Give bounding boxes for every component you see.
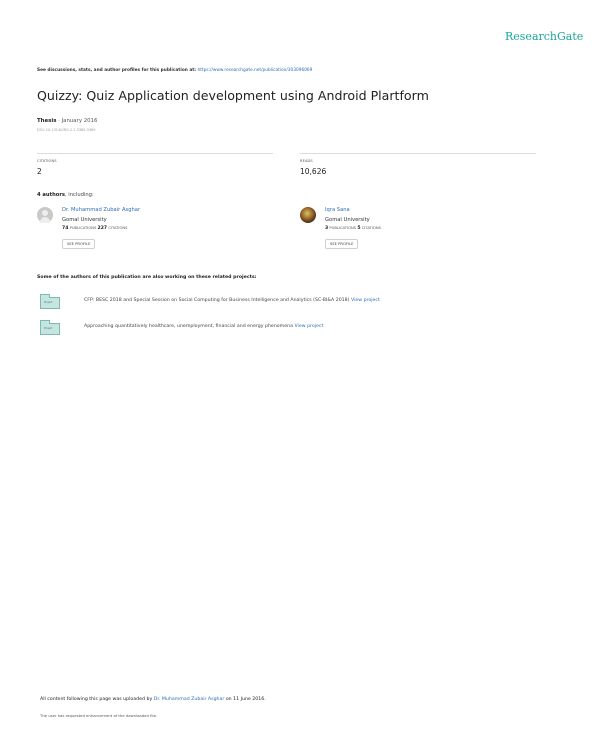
project-item-1: CFP: BESC 2018 and Special Session on So… (84, 298, 380, 303)
upload-suffix: on 11 June 2016. (225, 697, 266, 702)
related-projects-header: Some of the authors of this publication … (37, 275, 257, 280)
upload-notice: All content following this page was uplo… (40, 697, 266, 702)
citations-count: 2 (37, 167, 42, 176)
uploader-link[interactable]: Dr. Muhammad Zubair Asghar (154, 697, 225, 702)
project-folder-icon-2: Project (40, 320, 60, 335)
author-publications-count-1: 74 (62, 226, 69, 231)
author-citations-count-2: 5 (357, 226, 361, 231)
reads-count: 10,626 (300, 167, 327, 176)
author-avatar-2[interactable] (300, 207, 316, 223)
see-profile-button-2[interactable]: SEE PROFILE (325, 239, 359, 249)
publication-url-link[interactable]: https://www.researchgate.net/publication… (198, 68, 313, 73)
author-publications-count-2: 3 (325, 226, 329, 231)
publication-title: Quizzy: Quiz Application development usi… (37, 88, 429, 103)
author-affiliation-2: Gomal University (325, 217, 370, 223)
author-citations-count-1: 227 (97, 226, 108, 231)
author-citations-label-2: CITATIONS (361, 226, 381, 230)
citations-divider (37, 153, 273, 154)
project-icon-label-1: Project (44, 301, 53, 304)
author-publications-label-1: PUBLICATIONS (69, 226, 97, 230)
author-publications-label-2: PUBLICATIONS (329, 226, 357, 230)
project-icon-label-2: Project (44, 327, 53, 330)
publication-date: · January 2016 (58, 118, 98, 124)
author-avatar-1[interactable] (37, 207, 53, 223)
discussion-notice: See discussions, stats, and author profi… (37, 68, 312, 73)
citations-label: CITATIONS (37, 159, 57, 163)
discussion-text: See discussions, stats, and author profi… (37, 68, 196, 73)
author-stats-2: 3 PUBLICATIONS 5 CITATIONS (325, 226, 381, 231)
publication-doi: DOI: 10.13140/RG.2.1.3385.3369 (37, 128, 96, 132)
project-title-1: CFP: BESC 2018 and Special Session on So… (84, 298, 350, 303)
view-project-link-1[interactable]: View project (351, 298, 380, 303)
project-folder-icon-1: Project (40, 294, 60, 309)
authors-header: 4 authors, including: (37, 192, 94, 198)
author-citations-label-1: CITATIONS (108, 226, 128, 230)
reads-label: READS (300, 159, 313, 163)
view-project-link-2[interactable]: View project (294, 324, 323, 329)
see-profile-button-1[interactable]: SEE PROFILE (62, 239, 96, 249)
authors-suffix: , including: (65, 192, 94, 198)
publication-type: Thesis (37, 118, 57, 124)
project-title-2: Approaching quantitatively healthcare, u… (84, 324, 293, 329)
project-item-2: Approaching quantitatively healthcare, u… (84, 324, 323, 329)
upload-prefix: All content following this page was uplo… (40, 697, 153, 702)
author-name-2[interactable]: Iqra Sana (325, 207, 350, 213)
author-affiliation-1: Gomal University (62, 217, 107, 223)
researchgate-logo[interactable]: ResearchGate (505, 30, 583, 43)
author-stats-1: 74 PUBLICATIONS 227 CITATIONS (62, 226, 128, 231)
authors-count: 4 authors (37, 192, 65, 198)
reads-divider (300, 153, 536, 154)
enhancement-note: The user has requested enhancement of th… (40, 713, 158, 718)
author-name-1[interactable]: Dr. Muhammad Zubair Asghar (62, 207, 140, 213)
publication-meta: Thesis · January 2016 (37, 118, 97, 124)
